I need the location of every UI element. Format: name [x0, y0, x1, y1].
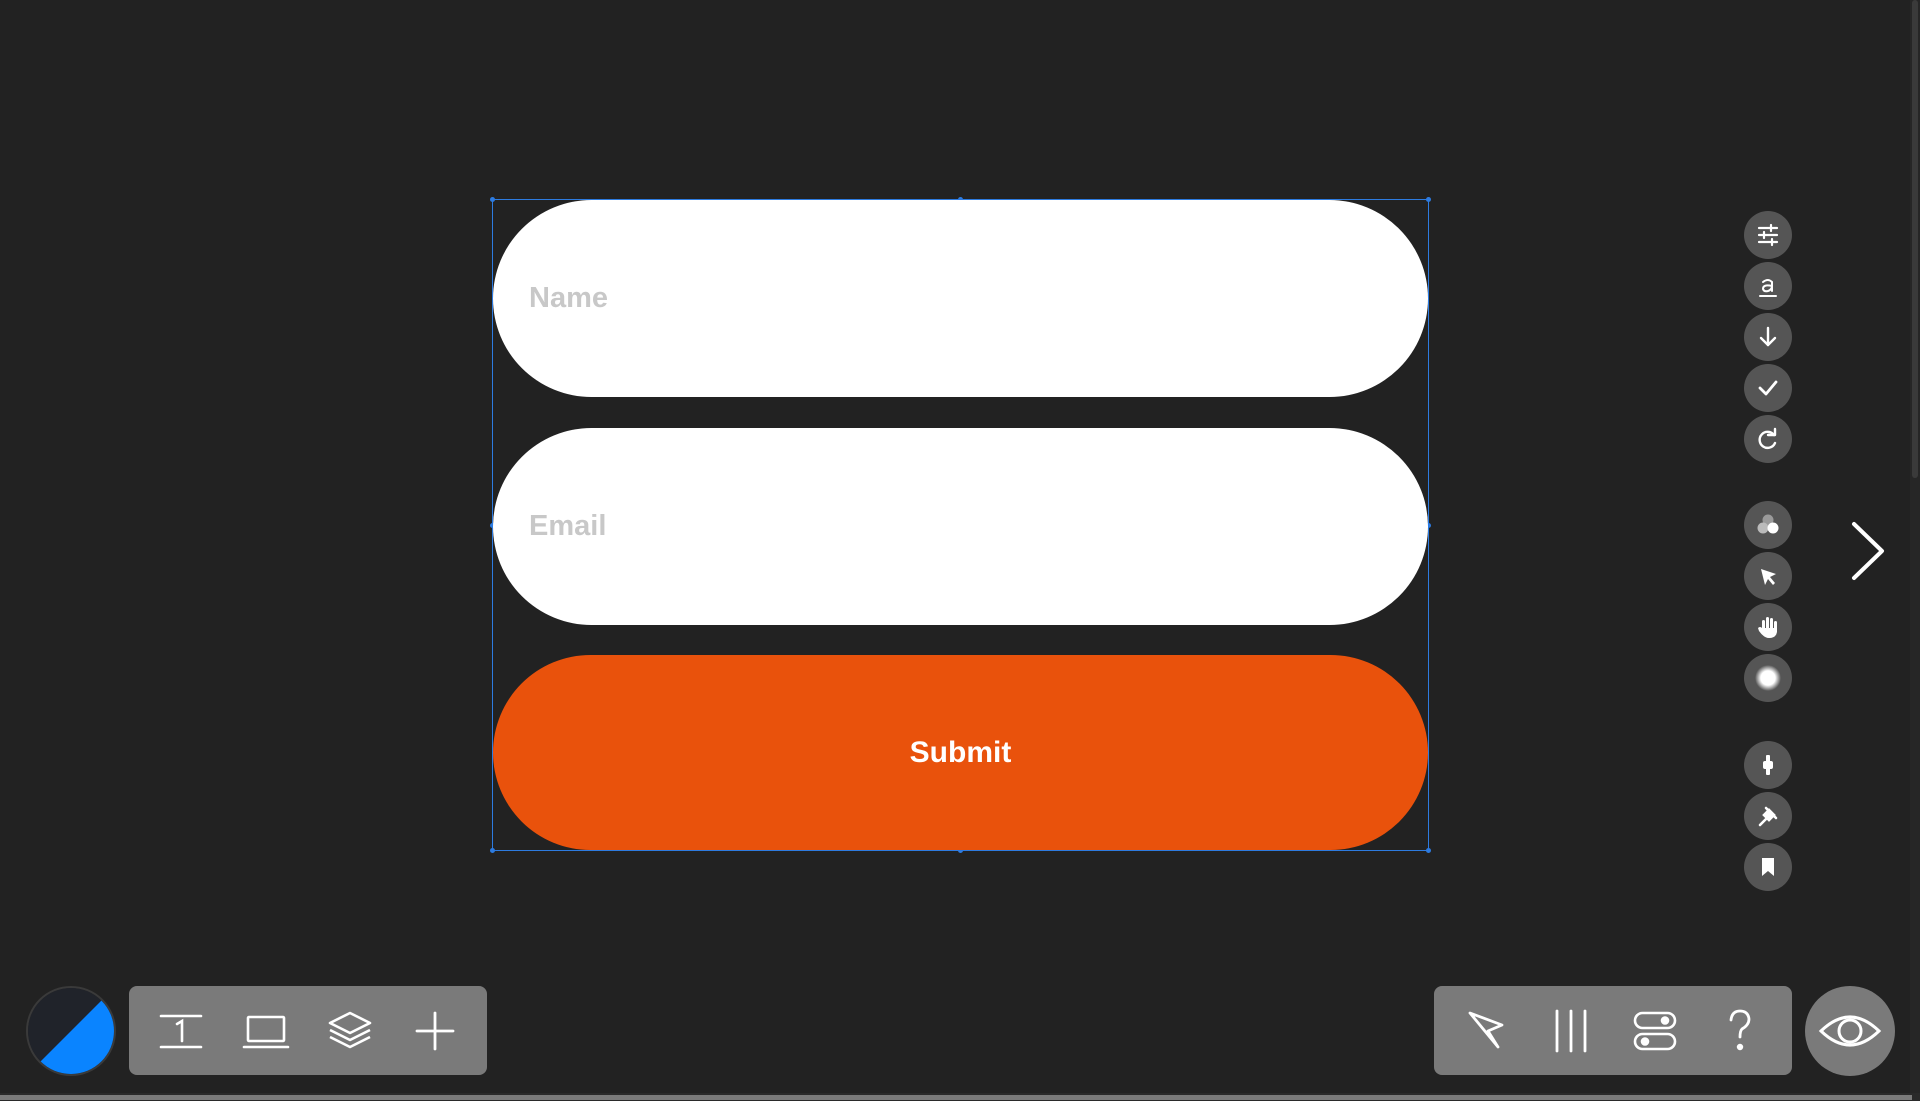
- layers-icon[interactable]: [318, 999, 382, 1063]
- toggles-icon[interactable]: [1623, 999, 1687, 1063]
- text-underline-icon[interactable]: [1744, 262, 1792, 310]
- email-field-container: [493, 428, 1428, 625]
- theme-toggle-icon[interactable]: [26, 986, 116, 1076]
- device-icon[interactable]: [234, 999, 298, 1063]
- checkmark-icon[interactable]: [1744, 364, 1792, 412]
- columns-icon[interactable]: [1539, 999, 1603, 1063]
- selection-handle[interactable]: [1426, 848, 1431, 853]
- horizontal-scrollbar-thumb[interactable]: [0, 1095, 1912, 1100]
- arrow-down-icon[interactable]: [1744, 313, 1792, 361]
- email-field[interactable]: [493, 428, 1428, 625]
- redo-icon[interactable]: [1744, 415, 1792, 463]
- editor-canvas[interactable]: Submit: [0, 0, 1920, 1101]
- text-tool-icon[interactable]: [149, 999, 213, 1063]
- horizontal-scrollbar[interactable]: [0, 1093, 1920, 1101]
- cursor-arrow-icon[interactable]: [1744, 552, 1792, 600]
- hand-icon[interactable]: [1744, 603, 1792, 651]
- help-icon[interactable]: [1708, 999, 1772, 1063]
- selection-handle[interactable]: [490, 197, 495, 202]
- preview-eye-icon[interactable]: [1805, 986, 1895, 1076]
- select-cursor-icon[interactable]: [1454, 999, 1518, 1063]
- vertical-scrollbar[interactable]: [1910, 0, 1920, 1101]
- name-field-container: [493, 200, 1428, 397]
- submit-button[interactable]: Submit: [493, 655, 1428, 850]
- pin-icon[interactable]: [1744, 792, 1792, 840]
- plus-icon[interactable]: [1744, 741, 1792, 789]
- right-toolbar: [1434, 986, 1792, 1075]
- selection-handle[interactable]: [490, 848, 495, 853]
- name-field[interactable]: [493, 200, 1428, 397]
- circles-icon[interactable]: [1744, 501, 1792, 549]
- add-icon[interactable]: [403, 999, 467, 1063]
- glow-icon[interactable]: [1744, 654, 1792, 702]
- bookmark-icon[interactable]: [1744, 843, 1792, 891]
- vertical-scrollbar-thumb[interactable]: [1912, 0, 1918, 478]
- selection-handle[interactable]: [1426, 197, 1431, 202]
- left-toolbar: [129, 986, 487, 1075]
- chevron-right-icon[interactable]: [1846, 520, 1890, 582]
- sliders-icon[interactable]: [1744, 211, 1792, 259]
